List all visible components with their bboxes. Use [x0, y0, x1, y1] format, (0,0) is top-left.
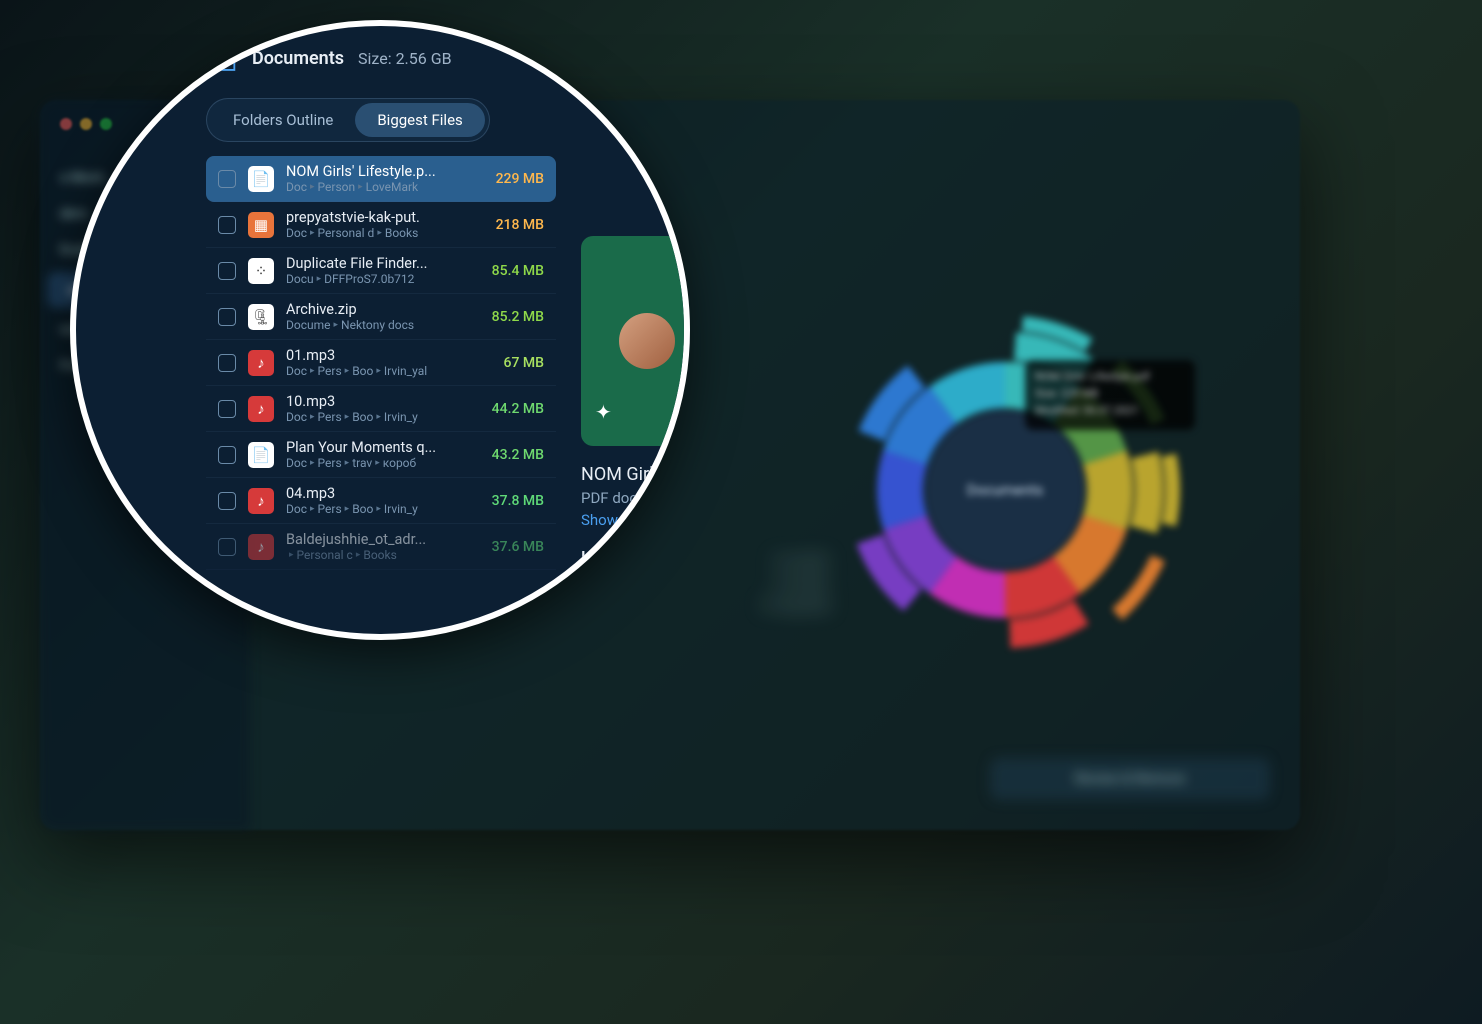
avatar-image — [619, 313, 675, 369]
tab-biggest-files[interactable]: Biggest Files — [355, 103, 484, 137]
file-size: 218 MB — [496, 217, 544, 233]
file-size: 85.4 MB — [492, 263, 544, 279]
checkbox[interactable] — [218, 262, 236, 280]
tab-folders-outline[interactable]: Folders Outline — [211, 103, 355, 137]
file-path: Doc▸Pers▸Boo▸Irvin_y — [286, 410, 480, 424]
file-row[interactable]: ♪ 04.mp3Doc▸Pers▸Boo▸Irvin_y 37.8 MB — [206, 478, 556, 524]
file-row[interactable]: ♪ 10.mp3Doc▸Pers▸Boo▸Irvin_y 44.2 MB — [206, 386, 556, 432]
checkbox[interactable] — [218, 400, 236, 418]
checkbox[interactable] — [218, 308, 236, 326]
file-size: 44.2 MB — [492, 401, 544, 417]
file-name: 04.mp3 — [286, 485, 480, 502]
file-name: 10.mp3 — [286, 393, 480, 410]
file-path: Doc▸Pers▸Boo▸Irvin_y — [286, 502, 480, 516]
file-path: Doc▸Person▸LoveMark — [286, 180, 484, 194]
checkbox[interactable] — [218, 170, 236, 188]
info-header: Inform — [581, 547, 690, 566]
mp3-icon: ♪ — [248, 350, 274, 376]
folder-title: Documents — [252, 48, 344, 69]
file-path: Docu▸DFFProS7.0b712 — [286, 272, 480, 286]
file-row[interactable]: 📄 Plan Your Moments q...Doc▸Pers▸trav▸кор… — [206, 432, 556, 478]
view-tabs: Folders Outline Biggest Files — [206, 98, 490, 142]
file-name: Baldejushhie_ot_adr... — [286, 531, 480, 548]
file-row[interactable]: ⁘ Duplicate File Finder...Docu▸DFFProS7.0… — [206, 248, 556, 294]
checkbox[interactable] — [218, 216, 236, 234]
file-name: prepyatstvie-kak-put. — [286, 209, 484, 226]
file-name: Plan Your Moments q... — [286, 439, 480, 456]
checkbox[interactable] — [218, 354, 236, 372]
file-path: Doc▸Pers▸trav▸короб — [286, 456, 480, 470]
panel-header: Documents Size: 2.56 GB — [70, 20, 690, 90]
preview-thumbnail[interactable]: ✦ ✦ NOMGIRLS' LIFESTYLE — [581, 236, 690, 446]
file-path: ▸Personal c▸Books — [286, 548, 480, 562]
show-in-finder-link[interactable]: Show in Find — [581, 511, 690, 529]
folder-size: Size: 2.56 GB — [358, 49, 452, 68]
file-size: 37.6 MB — [492, 539, 544, 555]
checkbox[interactable] — [218, 492, 236, 510]
mp3-icon: ♪ — [248, 488, 274, 514]
file-size: 85.2 MB — [492, 309, 544, 325]
file-name: NOM Girls' Lifestyle.p... — [286, 163, 484, 180]
mp3-icon: ♪ — [248, 396, 274, 422]
file-row[interactable]: 🗜 Archive.zipDocume▸Nektony docs 85.2 MB — [206, 294, 556, 340]
mp3-icon: ♪ — [248, 534, 274, 560]
file-name: Duplicate File Finder... — [286, 255, 480, 272]
file-size: 37.8 MB — [492, 493, 544, 509]
zip-icon: 🗜 — [248, 304, 274, 330]
magnifier-lens: Documents Size: 2.56 GB Folders Outline … — [70, 20, 690, 640]
review-remove-button[interactable]: Review & Remove — [990, 758, 1270, 800]
preview-pane: ✦ ✦ NOMGIRLS' LIFESTYLE NOM Girls' Life … — [581, 236, 690, 566]
file-row[interactable]: 📄 NOM Girls' Lifestyle.p...Doc▸Person▸Lov… — [206, 156, 556, 202]
preview-title: NOM Girls' Life — [581, 464, 690, 485]
file-size: 67 MB — [504, 355, 544, 371]
file-name: Archive.zip — [286, 301, 480, 318]
file-list: 📄 NOM Girls' Lifestyle.p...Doc▸Person▸Lov… — [206, 156, 556, 570]
preview-type: PDF document — [581, 489, 690, 507]
sunburst-tooltip: NOM Girls' Lifestyle.pdf Size: 229 MB Mo… — [1025, 360, 1195, 430]
file-path: Doc▸Pers▸Boo▸Irvin_yal — [286, 364, 492, 378]
document-icon — [216, 44, 238, 72]
file-size: 43.2 MB — [492, 447, 544, 463]
file-path: Docume▸Nektony docs — [286, 318, 480, 332]
pdf-icon: 📄 — [248, 442, 274, 468]
file-name: 01.mp3 — [286, 347, 492, 364]
file-row[interactable]: ♪ Baldejushhie_ot_adr...▸Personal c▸Books… — [206, 524, 556, 570]
checkbox[interactable] — [218, 538, 236, 556]
file-row[interactable]: ♪ 01.mp3Doc▸Pers▸Boo▸Irvin_yal 67 MB — [206, 340, 556, 386]
file-path: Doc▸Personal d▸Books — [286, 226, 484, 240]
ppt-icon: ▦ — [248, 212, 274, 238]
file-size: 229 MB — [496, 171, 544, 187]
dup-icon: ⁘ — [248, 258, 274, 284]
sunburst-chart[interactable]: Documents NOM Girls' Lifestyle.pdf Size:… — [825, 310, 1185, 670]
pdf-icon: 📄 — [248, 166, 274, 192]
checkbox[interactable] — [218, 446, 236, 464]
sunburst-center-label: Documents — [925, 410, 1085, 570]
file-row[interactable]: ▦ prepyatstvie-kak-put.Doc▸Personal d▸Boo… — [206, 202, 556, 248]
